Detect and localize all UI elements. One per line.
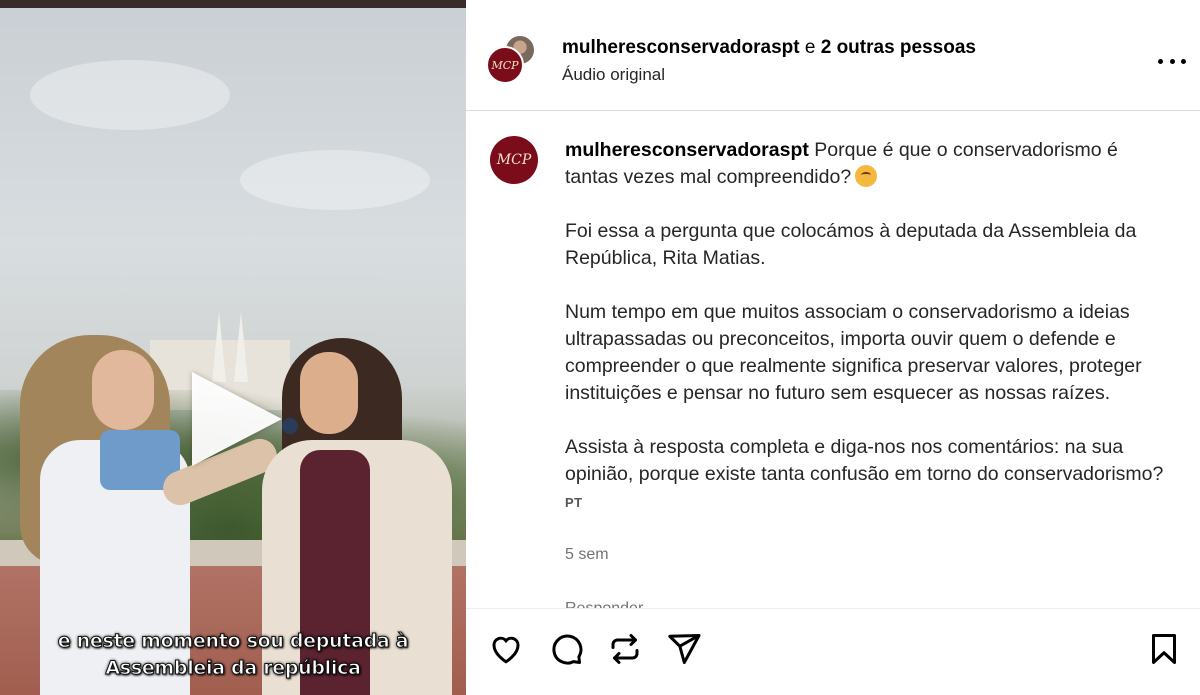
post-header: MCP mulheresconservadoraspt e 2 outras p… xyxy=(466,8,1200,111)
caption-paragraph-2: Foi essa a pergunta que colocámos à depu… xyxy=(565,220,1137,269)
language-tag[interactable]: PT xyxy=(565,495,583,510)
reply-link-partial[interactable]: Responder xyxy=(565,600,643,608)
thinking-face-emoji-icon xyxy=(855,165,878,187)
caption-avatar[interactable]: MCP xyxy=(490,136,538,184)
dot xyxy=(1181,58,1186,64)
caption-username-link[interactable]: mulheresconservadoraspt xyxy=(565,139,809,161)
account-avatar[interactable]: MCP xyxy=(486,46,524,84)
collab-avatars[interactable]: MCP xyxy=(486,34,542,90)
paper-plane-icon[interactable] xyxy=(666,631,702,667)
video-caption-line-2: Assembleia da república xyxy=(105,657,361,680)
caption-paragraph-4-text: Assista à resposta completa e diga-nos n… xyxy=(565,436,1164,485)
interviewer-face xyxy=(92,350,154,430)
header-connector: e xyxy=(804,37,816,58)
video-player[interactable]: e neste momento sou deputada à Assemblei… xyxy=(0,0,466,695)
post-timestamp[interactable]: 5 sem xyxy=(565,546,609,564)
header-others-link[interactable]: 2 outras pessoas xyxy=(821,37,976,58)
caption-paragraph-3: Num tempo em que muitos associam o conse… xyxy=(565,301,1142,404)
video-top-strip xyxy=(0,0,466,8)
bookmark-icon[interactable] xyxy=(1146,631,1182,667)
caption-section: MCP mulheresconservadoraspt Porque é que… xyxy=(466,112,1200,608)
dot xyxy=(1158,58,1163,64)
dot xyxy=(1169,58,1175,64)
action-bar xyxy=(466,608,1200,695)
header-usernames: mulheresconservadoraspt e 2 outras pesso… xyxy=(562,37,976,59)
cloud xyxy=(30,60,230,130)
caption-paragraph-4: Assista à resposta completa e diga-nos n… xyxy=(565,434,1175,516)
logo-text: MCP xyxy=(496,152,532,168)
repost-icon[interactable] xyxy=(607,631,643,667)
interviewee-face xyxy=(300,352,358,434)
header-username-link[interactable]: mulheresconservadoraspt xyxy=(562,37,800,58)
heart-icon[interactable] xyxy=(488,631,524,667)
cloud xyxy=(240,150,430,210)
post-panel: MCP mulheresconservadoraspt e 2 outras p… xyxy=(466,0,1200,695)
audio-link[interactable]: Áudio original xyxy=(562,65,665,85)
play-icon[interactable] xyxy=(192,372,282,466)
video-caption-line-1: e neste momento sou deputada à xyxy=(57,630,409,653)
logo-text: MCP xyxy=(491,58,519,72)
microphone xyxy=(282,418,298,434)
caption-paragraph-1: mulheresconservadoraspt Porque é que o c… xyxy=(565,137,1175,191)
comment-icon[interactable] xyxy=(548,631,584,667)
caption-text: mulheresconservadoraspt Porque é que o c… xyxy=(565,137,1175,543)
more-horizontal-icon[interactable] xyxy=(1158,51,1186,71)
